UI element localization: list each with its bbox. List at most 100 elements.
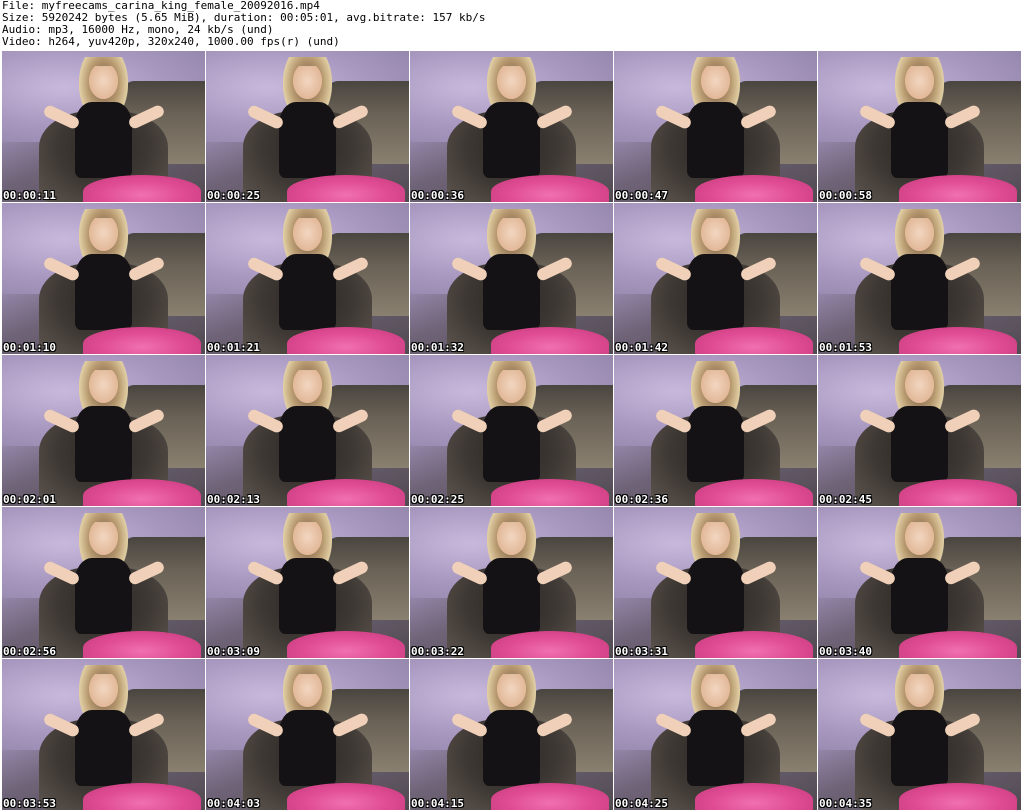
thumbnail-skirt-shape xyxy=(83,326,201,354)
thumbnail-skirt-shape xyxy=(899,630,1017,658)
thumbnail-timestamp: 00:00:25 xyxy=(207,189,260,202)
thumbnail-body-shape xyxy=(483,102,540,178)
thumbnail-skirt-shape xyxy=(899,478,1017,506)
thumbnail-skirt-shape xyxy=(491,326,609,354)
thumbnail-skirt-shape xyxy=(287,174,405,202)
video-thumbnail: 00:00:47 xyxy=(614,51,817,202)
video-thumbnail: 00:01:42 xyxy=(614,203,817,354)
thumbnail-face-shape xyxy=(701,218,730,252)
video-thumbnail: 00:00:58 xyxy=(818,51,1021,202)
thumbnail-face-shape xyxy=(293,218,322,252)
video-thumbnail: 00:00:11 xyxy=(2,51,205,202)
thumbnail-body-shape xyxy=(687,710,744,786)
thumbnail-timestamp: 00:01:21 xyxy=(207,341,260,354)
file-info-header: File: myfreecams_carina_king_female_2009… xyxy=(2,0,485,48)
thumbnail-timestamp: 00:02:25 xyxy=(411,493,464,506)
thumbnail-timestamp: 00:00:58 xyxy=(819,189,872,202)
thumbnail-timestamp: 00:03:31 xyxy=(615,645,668,658)
thumbnail-face-shape xyxy=(89,674,118,708)
thumbnail-body-shape xyxy=(75,406,132,482)
thumbnail-skirt-shape xyxy=(83,782,201,810)
video-thumbnail: 00:04:15 xyxy=(410,659,613,810)
thumbnail-body-shape xyxy=(891,710,948,786)
thumbnail-timestamp: 00:02:56 xyxy=(3,645,56,658)
thumbnail-face-shape xyxy=(89,218,118,252)
thumbnail-timestamp: 00:03:40 xyxy=(819,645,872,658)
video-thumbnail: 00:03:22 xyxy=(410,507,613,658)
thumbnail-body-shape xyxy=(75,710,132,786)
thumbnail-body-shape xyxy=(279,254,336,330)
thumbnail-skirt-shape xyxy=(287,326,405,354)
thumbnail-timestamp: 00:02:36 xyxy=(615,493,668,506)
thumbnail-face-shape xyxy=(497,218,526,252)
video-thumbnail: 00:00:25 xyxy=(206,51,409,202)
thumbnail-face-shape xyxy=(905,674,934,708)
thumbnail-skirt-shape xyxy=(491,174,609,202)
thumbnail-timestamp: 00:03:09 xyxy=(207,645,260,658)
thumbnail-face-shape xyxy=(497,674,526,708)
thumbnail-skirt-shape xyxy=(287,630,405,658)
thumbnail-face-shape xyxy=(701,370,730,404)
thumbnail-timestamp: 00:02:13 xyxy=(207,493,260,506)
video-thumbnail: 00:02:36 xyxy=(614,355,817,506)
thumbnail-timestamp: 00:04:15 xyxy=(411,797,464,810)
thumbnail-body-shape xyxy=(75,558,132,634)
video-thumbnail: 00:00:36 xyxy=(410,51,613,202)
video-thumbnail: 00:04:03 xyxy=(206,659,409,810)
thumbnail-skirt-shape xyxy=(287,478,405,506)
thumbnail-skirt-shape xyxy=(83,630,201,658)
thumbnail-timestamp: 00:03:53 xyxy=(3,797,56,810)
thumbnail-body-shape xyxy=(687,406,744,482)
thumbnail-body-shape xyxy=(75,102,132,178)
video-thumbnail: 00:03:31 xyxy=(614,507,817,658)
video-thumbnail: 00:01:32 xyxy=(410,203,613,354)
thumbnail-face-shape xyxy=(497,522,526,556)
thumbnail-body-shape xyxy=(687,558,744,634)
thumbnail-skirt-shape xyxy=(695,174,813,202)
thumbnail-face-shape xyxy=(497,370,526,404)
thumbnail-face-shape xyxy=(905,218,934,252)
thumbnail-timestamp: 00:02:45 xyxy=(819,493,872,506)
thumbnail-body-shape xyxy=(483,254,540,330)
video-thumbnail: 00:04:25 xyxy=(614,659,817,810)
thumbnail-face-shape xyxy=(293,66,322,100)
thumbnail-face-shape xyxy=(905,370,934,404)
thumbnail-body-shape xyxy=(891,406,948,482)
thumbnail-face-shape xyxy=(293,674,322,708)
thumbnail-skirt-shape xyxy=(491,630,609,658)
thumbnail-skirt-shape xyxy=(83,478,201,506)
thumbnail-face-shape xyxy=(701,522,730,556)
thumbnail-timestamp: 00:04:03 xyxy=(207,797,260,810)
thumbnail-skirt-shape xyxy=(695,630,813,658)
thumbnail-face-shape xyxy=(89,522,118,556)
thumbnail-skirt-shape xyxy=(899,782,1017,810)
thumbnail-timestamp: 00:02:01 xyxy=(3,493,56,506)
thumbnail-timestamp: 00:01:10 xyxy=(3,341,56,354)
thumbnail-skirt-shape xyxy=(695,326,813,354)
thumbnail-timestamp: 00:03:22 xyxy=(411,645,464,658)
thumbnail-skirt-shape xyxy=(491,782,609,810)
video-info-line: Video: h264, yuv420p, 320x240, 1000.00 f… xyxy=(2,35,340,48)
video-thumbnail: 00:02:56 xyxy=(2,507,205,658)
thumbnail-skirt-shape xyxy=(695,478,813,506)
thumbnail-body-shape xyxy=(891,102,948,178)
video-thumbnail: 00:04:35 xyxy=(818,659,1021,810)
thumbnail-timestamp: 00:00:11 xyxy=(3,189,56,202)
thumbnail-skirt-shape xyxy=(83,174,201,202)
thumbnail-timestamp: 00:01:42 xyxy=(615,341,668,354)
video-thumbnail: 00:01:10 xyxy=(2,203,205,354)
thumbnail-face-shape xyxy=(905,66,934,100)
thumbnail-timestamp: 00:04:35 xyxy=(819,797,872,810)
thumbnail-body-shape xyxy=(279,710,336,786)
thumbnail-skirt-shape xyxy=(695,782,813,810)
thumbnail-body-shape xyxy=(891,254,948,330)
thumbnail-face-shape xyxy=(701,66,730,100)
video-thumbnail: 00:01:53 xyxy=(818,203,1021,354)
thumbnail-body-shape xyxy=(279,558,336,634)
thumbnail-face-shape xyxy=(497,66,526,100)
thumbnail-face-shape xyxy=(905,522,934,556)
thumbnail-face-shape xyxy=(701,674,730,708)
thumbnail-timestamp: 00:01:32 xyxy=(411,341,464,354)
thumbnail-timestamp: 00:04:25 xyxy=(615,797,668,810)
thumbnail-body-shape xyxy=(75,254,132,330)
